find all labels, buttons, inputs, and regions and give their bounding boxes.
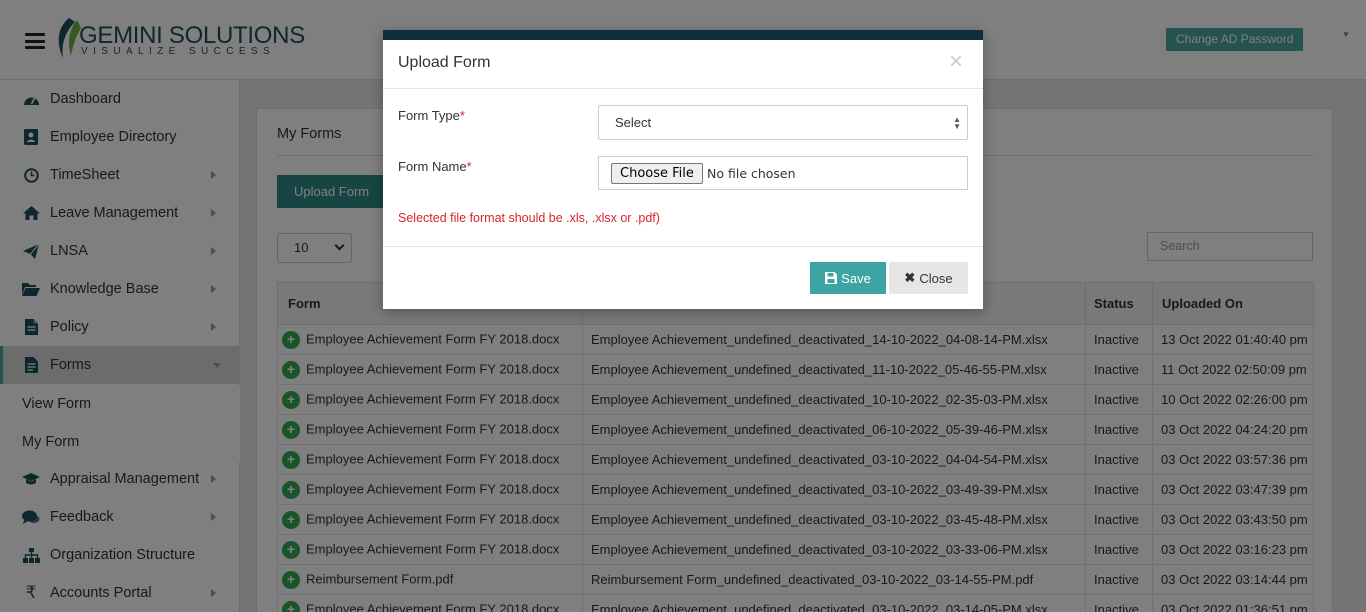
save-button-label: Save — [841, 270, 871, 286]
close-button-label: Close — [919, 270, 953, 286]
close-button[interactable]: ✖ Close — [889, 262, 968, 294]
form-type-label-text: Form Type — [398, 108, 460, 123]
required-mark: * — [466, 159, 472, 174]
form-type-value: Select — [615, 115, 652, 130]
save-button[interactable]: Save — [810, 262, 886, 294]
no-file-chosen-text: No file chosen — [707, 166, 796, 181]
x-icon: ✖ — [904, 270, 916, 285]
required-mark: * — [459, 108, 465, 123]
divider — [383, 246, 983, 247]
file-format-error: Selected file format should be .xls, .xl… — [398, 211, 660, 225]
form-type-select[interactable]: Select ▲ ▼ — [598, 105, 968, 140]
form-name-label: Form Name* — [398, 159, 472, 174]
choose-file-button[interactable]: Choose File — [611, 163, 703, 184]
modal-title: Upload Form — [398, 54, 491, 71]
file-input: Choose File No file chosen — [598, 156, 968, 190]
form-name-label-text: Form Name — [398, 159, 467, 174]
upload-form-modal: Upload Form × Form Type* Select ▲ ▼ Form … — [383, 30, 983, 309]
select-arrows-icon: ▲ ▼ — [953, 115, 961, 131]
modal-top-bar — [383, 30, 983, 40]
close-icon[interactable]: × — [949, 50, 963, 74]
form-type-label: Form Type* — [398, 108, 465, 123]
floppy-disk-icon — [825, 272, 838, 284]
divider — [383, 88, 983, 89]
